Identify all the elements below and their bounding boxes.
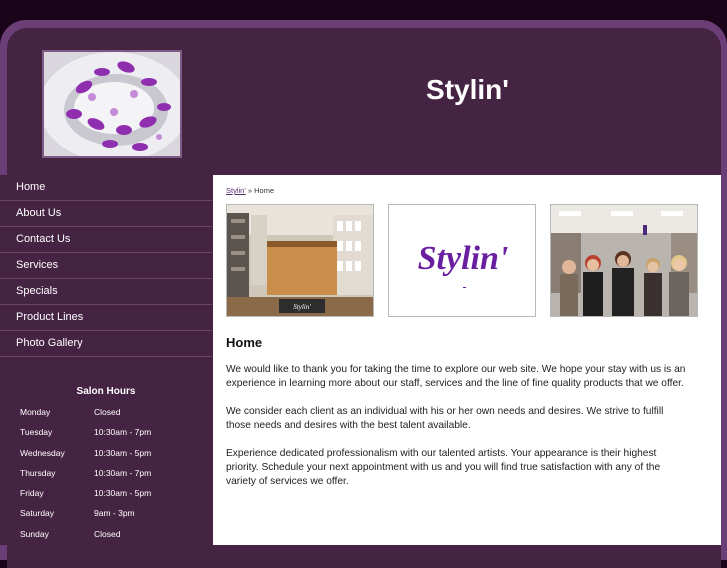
hours-row: Monday Closed bbox=[0, 402, 212, 422]
stylin-logo-image: Stylin' bbox=[388, 204, 536, 317]
hours-day: Saturday bbox=[20, 508, 55, 519]
nav-item-photo-gallery[interactable]: Photo Gallery bbox=[0, 331, 212, 357]
hours-time: 10:30am - 5pm bbox=[94, 488, 152, 499]
nav-item-specials[interactable]: Specials bbox=[0, 279, 212, 305]
hours-time: 10:30am - 5pm bbox=[94, 447, 152, 458]
header-orchid-image bbox=[42, 50, 182, 158]
page-heading: Home bbox=[226, 335, 263, 350]
hours-row: Saturday 9am - 3pm bbox=[0, 503, 212, 523]
hours-day: Monday bbox=[20, 407, 51, 417]
floor-mat-logo: Stylin' bbox=[293, 303, 311, 311]
hours-day: Tuesday bbox=[20, 427, 53, 438]
hours-time: Closed bbox=[94, 407, 121, 417]
site-title: Stylin' bbox=[426, 74, 509, 105]
hours-time: 10:30am - 7pm bbox=[94, 467, 152, 478]
salon-hours-title: Salon Hours bbox=[76, 386, 136, 397]
nav-item-product-lines[interactable]: Product Lines bbox=[0, 305, 212, 331]
salon-staff-photo bbox=[550, 204, 698, 317]
hours-row: Friday 10:30am - 5pm bbox=[0, 483, 212, 503]
hours-row: Tuesday 10:30am - 7pm bbox=[0, 422, 212, 442]
nav-item-about-us[interactable]: About Us bbox=[0, 201, 212, 227]
hours-time: 9am - 3pm bbox=[94, 508, 135, 519]
experience-paragraph: Experience dedicated professionalism wit… bbox=[226, 448, 661, 487]
breadcrumb-separator: » bbox=[247, 186, 253, 195]
intro-paragraph: We would like to thank you for taking th… bbox=[226, 364, 686, 389]
salon-hours-table: Monday Closed Tuesday 10:30am - 7pm Wednes… bbox=[0, 402, 212, 544]
sidebar: Home About Us Contact Us Services Specia… bbox=[0, 175, 212, 545]
hours-row: Wednesday 10:30am - 5pm bbox=[0, 443, 212, 463]
breadcrumb: Stylin' » Home bbox=[226, 186, 274, 195]
hours-day: Thursday bbox=[20, 467, 56, 478]
main-content: Stylin' » Home Stylin' Stylin' Home We w… bbox=[213, 175, 721, 545]
hours-row: Thursday 10:30am - 7pm bbox=[0, 463, 212, 483]
hours-time: 10:30am - 7pm bbox=[94, 427, 152, 438]
hours-row: Sunday Closed bbox=[0, 524, 212, 544]
nav-item-services[interactable]: Services bbox=[0, 253, 212, 279]
client-paragraph: We consider each client as an individual… bbox=[226, 406, 664, 431]
logo-script-text: Stylin' bbox=[418, 240, 509, 277]
hours-day: Friday bbox=[20, 488, 44, 499]
nav-item-home[interactable]: Home bbox=[0, 175, 212, 201]
hours-day: Wednesday bbox=[20, 447, 65, 458]
breadcrumb-current: Home bbox=[254, 186, 275, 195]
nav-item-contact-us[interactable]: Contact Us bbox=[0, 227, 212, 253]
hours-day: Sunday bbox=[20, 528, 49, 539]
salon-reception-photo: Stylin' bbox=[226, 204, 374, 317]
hours-time: Closed bbox=[94, 528, 121, 539]
breadcrumb-root-link[interactable]: Stylin' bbox=[226, 186, 246, 195]
